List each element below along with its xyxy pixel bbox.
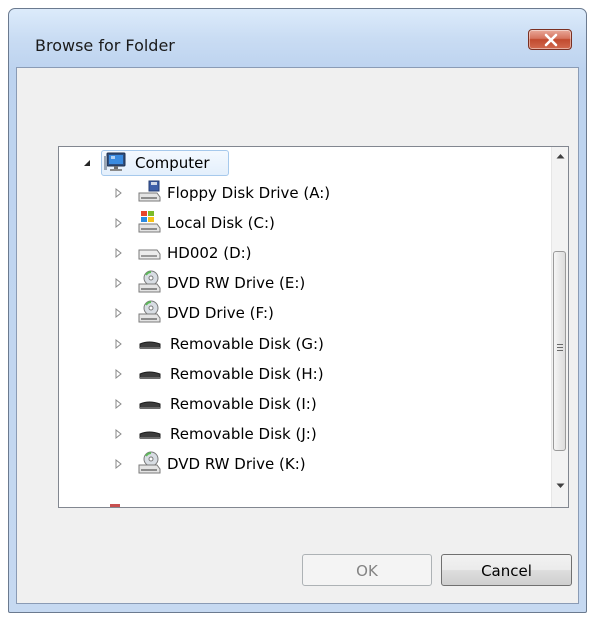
tree-item-label: Computer — [135, 154, 210, 172]
scroll-up-button[interactable] — [552, 147, 568, 164]
removable-disk-icon — [137, 419, 163, 449]
tree-item-label: Removable Disk (J:) — [170, 425, 317, 443]
expand-arrow-icon[interactable] — [113, 359, 125, 389]
expand-arrow-icon[interactable] — [113, 268, 125, 298]
window-title: Browse for Folder — [35, 36, 175, 55]
close-button[interactable] — [528, 29, 572, 50]
tree-item-label: Removable Disk (H:) — [170, 365, 324, 383]
title-bar[interactable]: Browse for Folder — [9, 9, 586, 67]
expand-arrow-icon[interactable] — [113, 389, 125, 419]
tree-item-removable-h[interactable]: Removable Disk (H:) — [59, 359, 539, 389]
hard-drive-icon — [137, 238, 163, 268]
scroll-down-button[interactable] — [552, 477, 568, 494]
tree-item-dvd-rw-k[interactable]: DVD RW Drive (K:) — [59, 449, 539, 479]
computer-icon — [104, 148, 130, 178]
tree-item-dvd-rw-e[interactable]: DVD RW Drive (E:) — [59, 268, 539, 298]
tree-item-label: DVD RW Drive (K:) — [167, 455, 306, 473]
expand-arrow-icon[interactable] — [113, 208, 125, 238]
tree-item-removable-i[interactable]: Removable Disk (I:) — [59, 389, 539, 419]
tree-item-label: Removable Disk (G:) — [170, 335, 324, 353]
grip-icon — [557, 344, 563, 351]
dialog-body: Computer Floppy Disk Drive (A:) Local Di… — [16, 67, 579, 604]
ok-button[interactable]: OK — [302, 554, 432, 586]
vertical-scrollbar[interactable] — [551, 147, 568, 507]
expand-arrow-icon[interactable] — [113, 298, 125, 328]
tree-item-hd002-d[interactable]: HD002 (D:) — [59, 238, 539, 268]
collapse-arrow-icon[interactable] — [81, 148, 93, 178]
cancel-button[interactable]: Cancel — [441, 554, 572, 586]
expand-arrow-icon[interactable] — [113, 419, 125, 449]
scroll-thumb[interactable] — [553, 251, 566, 451]
floppy-drive-icon — [137, 178, 163, 208]
browse-for-folder-dialog: Browse for Folder Computer Floppy Disk D… — [8, 8, 587, 613]
tree-item-label: Local Disk (C:) — [167, 214, 275, 232]
expand-arrow-icon[interactable] — [113, 329, 125, 359]
dvd-drive-icon — [137, 268, 163, 298]
tree-root-computer[interactable]: Computer — [59, 148, 539, 178]
tree-item-local-disk-c[interactable]: Local Disk (C:) — [59, 208, 539, 238]
dvd-drive-icon — [137, 449, 163, 479]
tree-item-removable-g[interactable]: Removable Disk (G:) — [59, 329, 539, 359]
folder-tree[interactable]: Computer Floppy Disk Drive (A:) Local Di… — [58, 146, 569, 508]
removable-disk-icon — [137, 389, 163, 419]
tree-item-label: DVD Drive (F:) — [167, 304, 274, 322]
tree-item-dvd-f[interactable]: DVD Drive (F:) — [59, 298, 539, 328]
tree-item-floppy-a[interactable]: Floppy Disk Drive (A:) — [59, 178, 539, 208]
tree-item-label: DVD RW Drive (E:) — [167, 274, 306, 292]
tree-item-label: HD002 (D:) — [167, 244, 252, 262]
windows-drive-icon — [137, 208, 163, 238]
tree-item-label: Removable Disk (I:) — [170, 395, 317, 413]
removable-disk-icon — [137, 359, 163, 389]
removable-disk-icon — [137, 329, 163, 359]
expand-arrow-icon[interactable] — [113, 449, 125, 479]
expand-arrow-icon[interactable] — [113, 178, 125, 208]
tree-item-label: Floppy Disk Drive (A:) — [167, 184, 331, 202]
tree-item-removable-j[interactable]: Removable Disk (J:) — [59, 419, 539, 449]
expand-arrow-icon[interactable] — [113, 238, 125, 268]
partially-visible-item — [110, 504, 120, 507]
dvd-drive-icon — [137, 298, 163, 328]
